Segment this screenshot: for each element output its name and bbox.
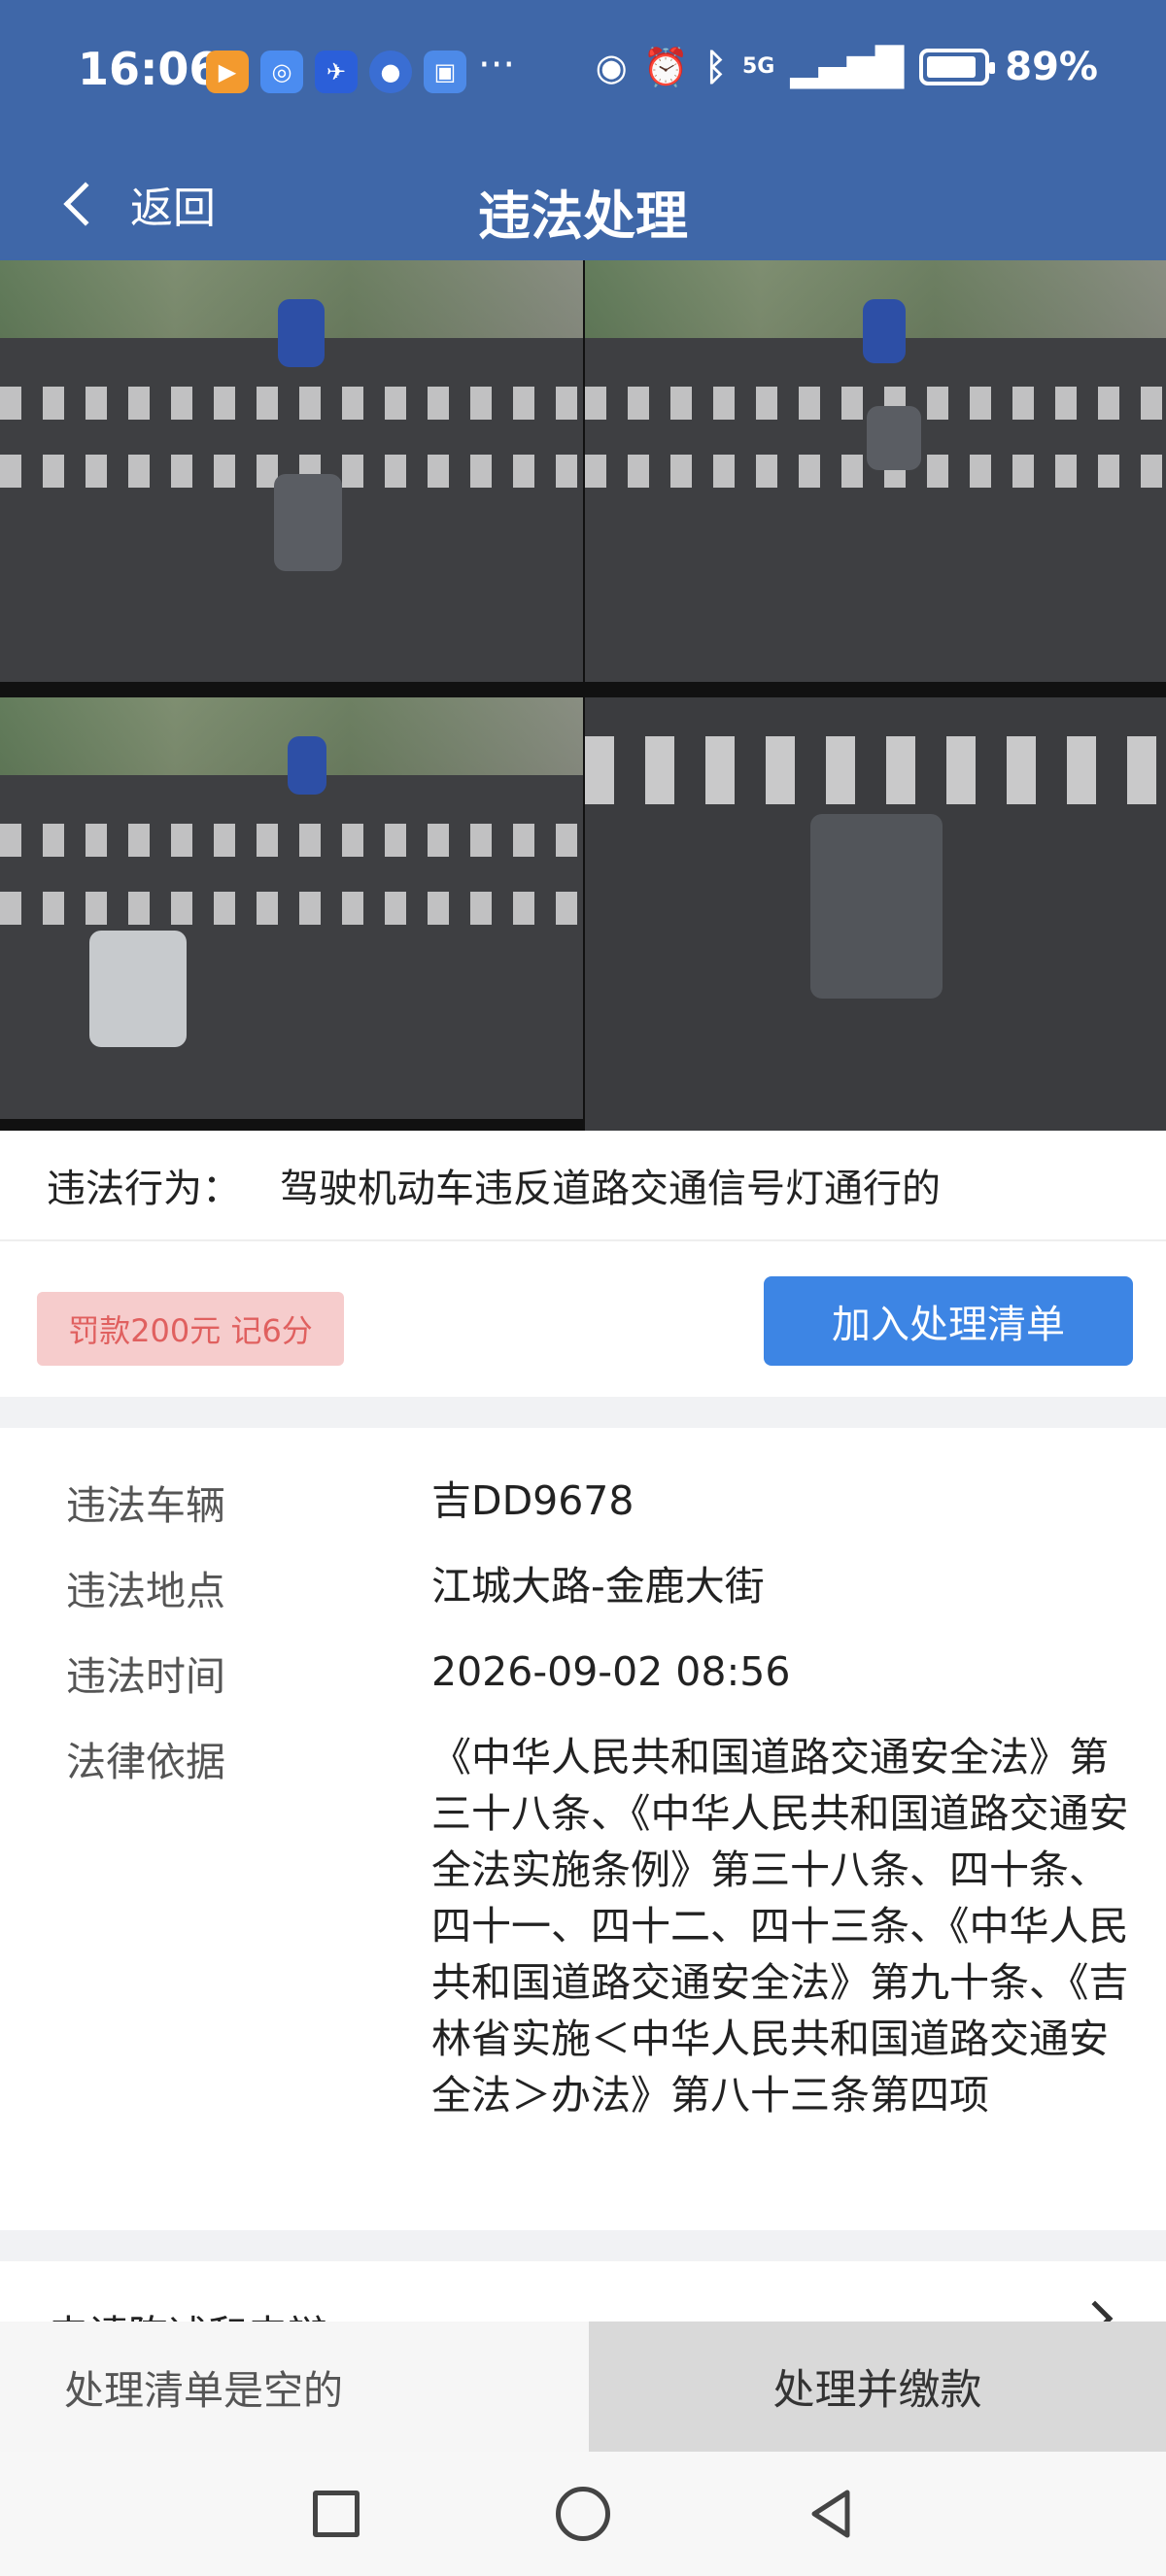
legal-basis-label: 法律依据: [66, 1739, 225, 1785]
legal-basis-value: 《中华人民共和国道路交通安全法》第三十八条、《中华人民共和国道路交通安全法实施条…: [431, 1734, 1129, 2118]
shield-app-icon: ▣: [424, 51, 466, 93]
violation-photo-3[interactable]: [0, 697, 583, 1133]
battery-icon: [919, 49, 996, 85]
status-bar: 16:06 ▶ ◎ ✈ ● ▣ ··· ◉ ⏰ ᛒ 5G ▂▄▆█ 89%: [0, 0, 1166, 146]
browser-app-icon: ◎: [260, 51, 303, 93]
notification-icons: ▶ ◎ ✈ ● ▣: [206, 51, 466, 93]
location-value: 江城大路-金鹿大街: [431, 1563, 765, 1610]
bird-app-icon: ✈: [315, 51, 358, 93]
status-right: ◉ ⏰ ᛒ 5G ▂▄▆█ 89%: [596, 45, 1098, 89]
home-icon[interactable]: [554, 2485, 612, 2543]
fine-points-badge: 罚款200元 记6分: [37, 1292, 344, 1366]
vehicle-label: 违法车辆: [66, 1482, 225, 1529]
more-notifications-icon: ···: [478, 43, 516, 87]
app-header: 16:06 ▶ ◎ ✈ ● ▣ ··· ◉ ⏰ ᛒ 5G ▂▄▆█ 89% 返回…: [0, 0, 1166, 260]
violation-details: 违法车辆 吉DD9678 违法地点 江城大路-金鹿大街 违法时间 2026-09…: [0, 1428, 1166, 2230]
list-status: 处理清单是空的: [0, 2322, 589, 2452]
nav-bar: 返回 违法处理: [0, 146, 1166, 260]
violation-behavior-row: 违法行为： 驾驶机动车违反道路交通信号灯通行的: [0, 1131, 1166, 1241]
add-to-list-button[interactable]: 加入处理清单: [764, 1276, 1133, 1366]
violation-photos: [0, 260, 1166, 1133]
divider: [0, 1397, 1166, 1428]
behavior-value: 驾驶机动车违反道路交通信号灯通行的: [280, 1167, 941, 1211]
violation-photo-4[interactable]: [585, 697, 1166, 1133]
status-time: 16:06: [78, 43, 221, 95]
violation-photo-1[interactable]: [0, 260, 583, 695]
location-label: 违法地点: [66, 1568, 225, 1614]
page-title: 违法处理: [478, 186, 688, 247]
fine-row: 罚款200元 记6分 加入处理清单: [0, 1241, 1166, 1397]
system-nav-bar: [0, 2452, 1166, 2576]
video-app-icon: ▶: [206, 51, 249, 93]
bottom-action-bar: 处理清单是空的 处理并缴款: [0, 2322, 1166, 2452]
signal-icon: ▂▄▆█: [790, 46, 905, 88]
eye-icon: ◉: [595, 46, 628, 88]
alarm-icon: ⏰: [642, 45, 690, 88]
back-triangle-icon[interactable]: [803, 2485, 861, 2543]
network-type: 5G: [741, 54, 775, 79]
process-and-pay-button[interactable]: 处理并缴款: [589, 2322, 1166, 2452]
violation-photo-2[interactable]: [585, 260, 1166, 695]
bluetooth-icon: ᛒ: [704, 46, 727, 88]
vehicle-value: 吉DD9678: [431, 1477, 634, 1524]
battery-percent: 89%: [1005, 45, 1098, 89]
behavior-label: 违法行为：: [47, 1167, 241, 1211]
time-label: 违法时间: [66, 1653, 225, 1700]
time-value: 2026-09-02 08:56: [431, 1648, 791, 1695]
recents-icon[interactable]: [307, 2485, 365, 2543]
divider: [0, 2230, 1166, 2261]
chat-app-icon: ●: [369, 51, 412, 93]
